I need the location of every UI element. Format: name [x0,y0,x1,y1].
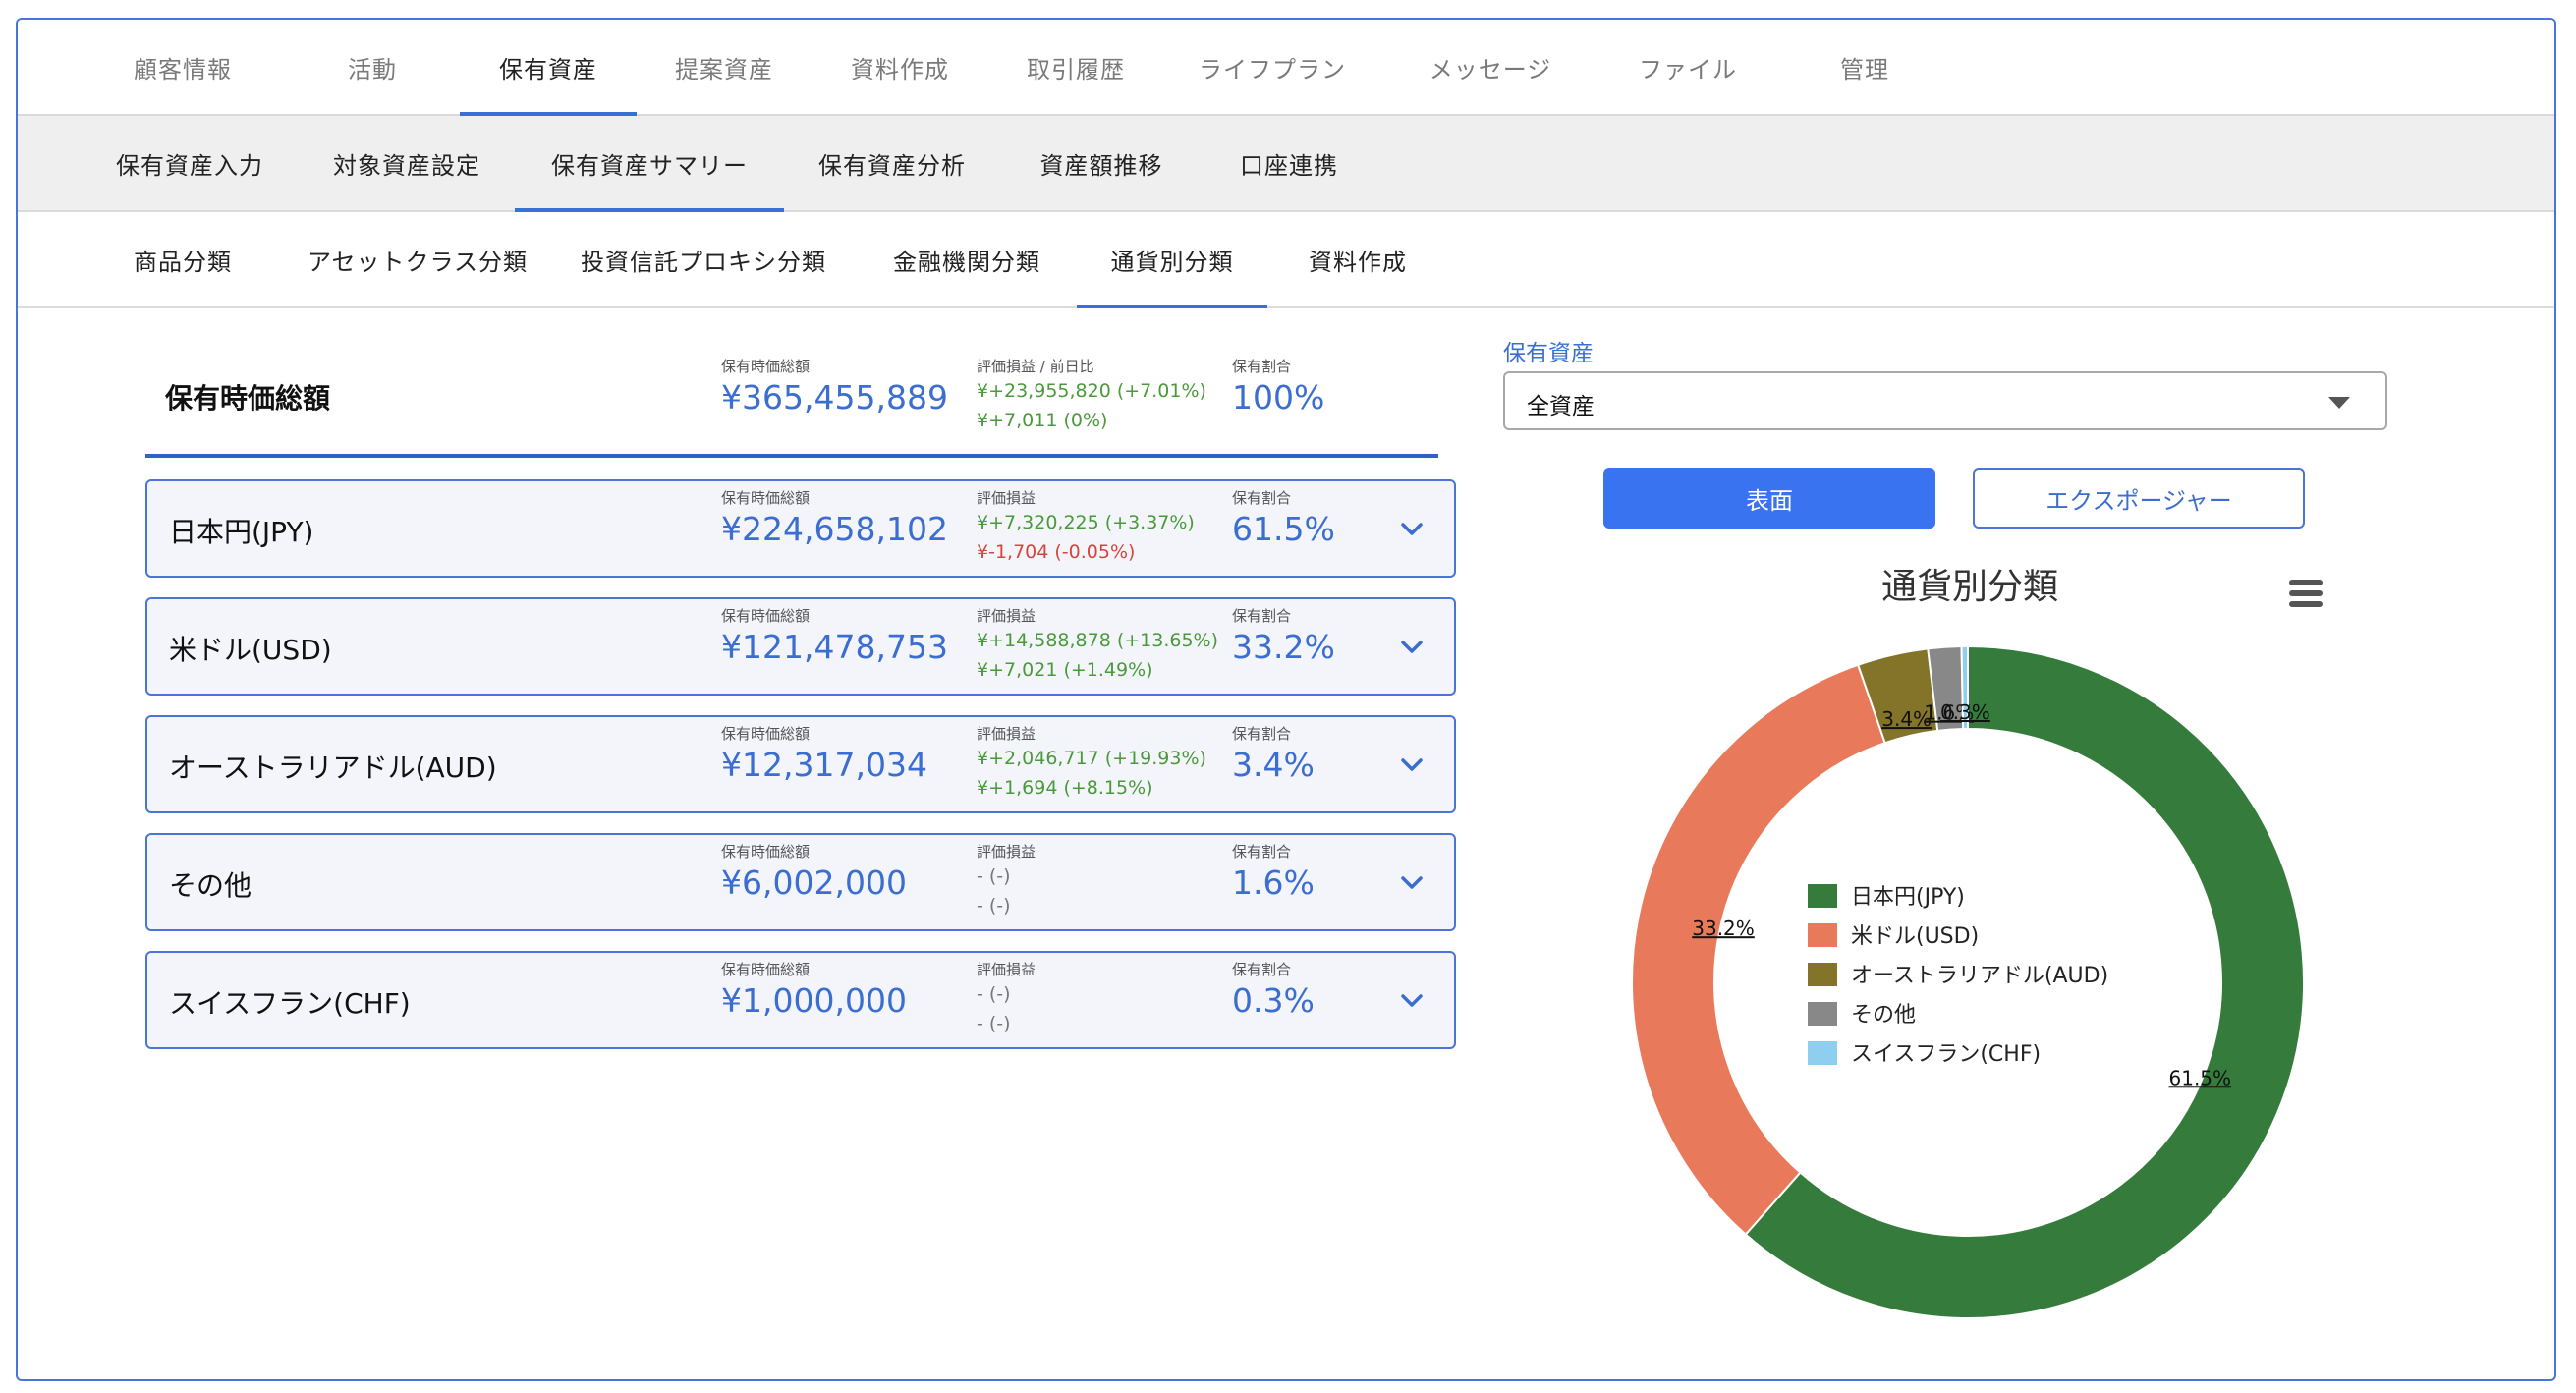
legend-item[interactable]: 米ドル(USD) [1851,924,1979,949]
legend-item[interactable]: オーストラリアドル(AUD) [1851,964,2108,988]
legend-item[interactable]: その他 [1851,1003,1916,1028]
donut-slice[interactable] [1631,663,1886,1236]
donut-slice-label: 61.5% [2169,1066,2232,1089]
legend-item[interactable]: 日本円(JPY) [1851,885,1965,910]
legend-swatch [1808,884,1837,908]
donut-slice-label: 33.2% [1692,917,1755,940]
legend-swatch [1808,1041,1837,1065]
legend-swatch [1808,923,1837,947]
currency-donut-chart: 61.5%33.2%3.4%1.6%0.3%日本円(JPY)米ドル(USD)オー… [1631,644,2305,1319]
legend-swatch [1808,963,1837,986]
legend-swatch [1808,1002,1837,1026]
legend-item[interactable]: スイスフラン(CHF) [1851,1042,2041,1067]
donut-slice-label: 0.3% [1940,700,1990,724]
